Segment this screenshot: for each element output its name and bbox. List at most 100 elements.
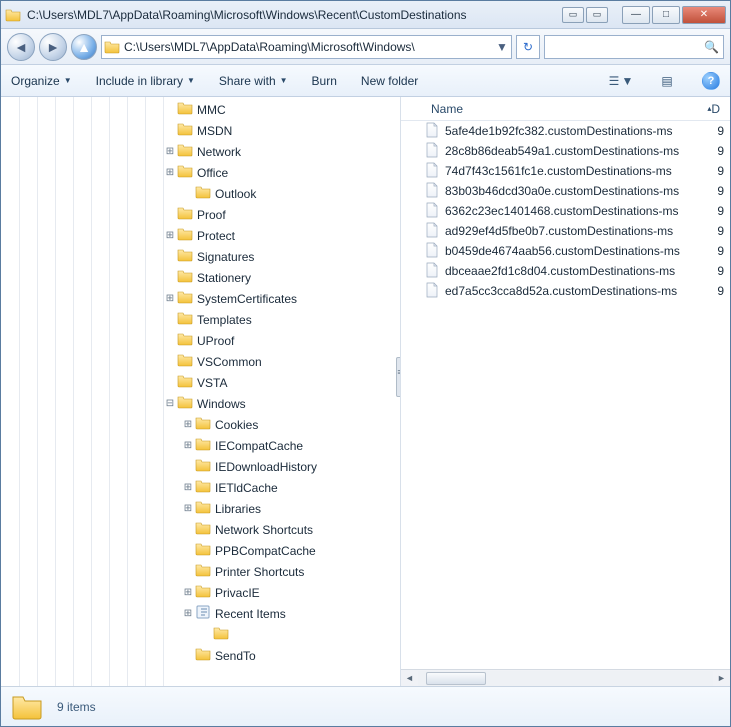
expand-toggle-icon[interactable]: ⊞ (163, 146, 177, 157)
file-d: 9 (717, 184, 724, 198)
expand-toggle-icon[interactable]: ⊞ (181, 503, 195, 514)
tree-item[interactable]: ·Templates (1, 309, 400, 330)
horizontal-scrollbar[interactable]: ◄ ► (401, 669, 730, 686)
view-options-button[interactable]: ☰▼ (610, 70, 632, 92)
window-title: C:\Users\MDL7\AppData\Roaming\Microsoft\… (27, 8, 562, 22)
tree-item-label: Recent Items (215, 607, 286, 621)
tree-item[interactable]: ·PPBCompatCache (1, 540, 400, 561)
close-button[interactable]: ✕ (682, 6, 726, 24)
scroll-thumb[interactable] (426, 672, 486, 685)
folder-icon (177, 205, 193, 224)
title-bar: C:\Users\MDL7\AppData\Roaming\Microsoft\… (1, 1, 730, 29)
file-icon (425, 142, 439, 161)
scroll-track[interactable] (418, 671, 713, 686)
scroll-right-button[interactable]: ► (713, 673, 730, 683)
tree-item-label: VSTA (197, 376, 227, 390)
expand-toggle-icon[interactable]: ⊞ (163, 230, 177, 241)
tree-item[interactable]: ·IEDownloadHistory (1, 456, 400, 477)
expand-toggle-icon[interactable]: ⊞ (181, 587, 195, 598)
tree-item-label: IECompatCache (215, 439, 303, 453)
folder-icon (11, 691, 43, 723)
minimize-button[interactable]: — (622, 6, 650, 24)
tree-item[interactable]: ⊞ Protect (1, 225, 400, 246)
tree-item-label: Office (197, 166, 228, 180)
file-row[interactable]: 28c8b86deab549a1.customDestinations-ms9 (401, 141, 730, 161)
tree-item[interactable]: ⊟Windows (1, 393, 400, 414)
tree-item[interactable]: ·VSTA (1, 372, 400, 393)
file-row[interactable]: dbceaae2fd1c8d04.customDestinations-ms9 (401, 261, 730, 281)
up-button[interactable]: ▲ (71, 34, 97, 60)
tree-item[interactable]: ·MMC (1, 99, 400, 120)
file-d: 9 (717, 244, 724, 258)
expand-toggle-icon: · (163, 335, 177, 346)
file-row[interactable]: 6362c23ec1401468.customDestinations-ms9 (401, 201, 730, 221)
file-list[interactable]: 5afe4de1b92fc382.customDestinations-ms92… (401, 121, 730, 669)
file-row[interactable]: ad929ef4d5fbe0b7.customDestinations-ms9 (401, 221, 730, 241)
file-row[interactable]: 83b03b46dcd30a0e.customDestinations-ms9 (401, 181, 730, 201)
burn-button[interactable]: Burn (312, 74, 337, 88)
tree-item[interactable]: ·Outlook (1, 183, 400, 204)
file-row[interactable]: b0459de4674aab56.customDestinations-ms9 (401, 241, 730, 261)
tree-item[interactable]: ·MSDN (1, 120, 400, 141)
tree-item[interactable]: ·SendTo (1, 645, 400, 666)
file-row[interactable]: 74d7f43c1561fc1e.customDestinations-ms9 (401, 161, 730, 181)
share-with-button[interactable]: Share with▼ (219, 74, 288, 88)
aux-button-2[interactable]: ▭ (586, 7, 608, 23)
file-row[interactable]: ed7a5cc3cca8d52a.customDestinations-ms9 (401, 281, 730, 301)
tree-item[interactable]: ⊞ Recent Items (1, 603, 400, 624)
tree-item[interactable]: ⊞PrivacIE (1, 582, 400, 603)
back-button[interactable]: ◄ (7, 33, 35, 61)
scroll-left-button[interactable]: ◄ (401, 673, 418, 683)
expand-toggle-icon[interactable]: ⊞ (163, 293, 177, 304)
tree-item[interactable]: ·Network Shortcuts (1, 519, 400, 540)
tree-item[interactable]: ·Printer Shortcuts (1, 561, 400, 582)
file-d: 9 (717, 124, 724, 138)
column-header[interactable]: Name ▴ D (401, 97, 730, 121)
refresh-button[interactable]: ↻ (516, 35, 540, 59)
expand-toggle-icon[interactable]: ⊟ (163, 398, 177, 409)
address-bar[interactable]: C:\Users\MDL7\AppData\Roaming\Microsoft\… (101, 35, 512, 59)
tree-item-label: Protect (197, 229, 235, 243)
expand-toggle-icon[interactable]: ⊞ (181, 608, 195, 619)
tree-item[interactable]: ⊞Network (1, 141, 400, 162)
expand-toggle-icon[interactable]: ⊞ (181, 482, 195, 493)
tree-item[interactable]: ·Signatures (1, 246, 400, 267)
file-name: ed7a5cc3cca8d52a.customDestinations-ms (445, 284, 677, 298)
tree-item[interactable]: ·Proof (1, 204, 400, 225)
address-dropdown-icon[interactable]: ▼ (495, 40, 509, 54)
help-button[interactable]: ? (702, 72, 720, 90)
aux-button-1[interactable]: ▭ (562, 7, 584, 23)
new-folder-button[interactable]: New folder (361, 74, 418, 88)
tree-item[interactable]: ⊞ Office (1, 162, 400, 183)
preview-pane-button[interactable]: ▤ (656, 70, 678, 92)
tree-item[interactable]: ·UProof (1, 330, 400, 351)
file-icon (425, 222, 439, 241)
splitter-handle[interactable] (396, 357, 401, 397)
organize-button[interactable]: Organize▼ (11, 74, 72, 88)
expand-toggle-icon[interactable]: ⊞ (181, 440, 195, 451)
tree-item[interactable]: · (1, 624, 400, 645)
tree-item[interactable]: ⊞Cookies (1, 414, 400, 435)
tree-item-label: IEDownloadHistory (215, 460, 317, 474)
forward-button[interactable]: ► (39, 33, 67, 61)
tree-item[interactable]: ⊞SystemCertificates (1, 288, 400, 309)
tree-item[interactable]: ⊞IETldCache (1, 477, 400, 498)
expand-toggle-icon: · (199, 629, 213, 640)
tree-item-label: SendTo (215, 649, 256, 663)
folder-icon (177, 331, 193, 350)
file-row[interactable]: 5afe4de1b92fc382.customDestinations-ms9 (401, 121, 730, 141)
tree-item[interactable]: ·VSCommon (1, 351, 400, 372)
tree-item[interactable]: ·Stationery (1, 267, 400, 288)
chevron-down-icon: ▼ (64, 76, 72, 85)
navigation-tree[interactable]: ·MMC·MSDN⊞Network⊞Office·Outlook·Proof⊞P… (1, 97, 401, 686)
expand-toggle-icon[interactable]: ⊞ (163, 167, 177, 178)
expand-toggle-icon[interactable]: ⊞ (181, 419, 195, 430)
tree-item-label: PPBCompatCache (215, 544, 316, 558)
column-d[interactable]: D (711, 102, 720, 116)
column-name[interactable]: Name (431, 102, 617, 116)
tree-item[interactable]: ⊞Libraries (1, 498, 400, 519)
maximize-button[interactable]: □ (652, 6, 680, 24)
tree-item[interactable]: ⊞ IECompatCache (1, 435, 400, 456)
search-box[interactable]: 🔍 (544, 35, 724, 59)
include-in-library-button[interactable]: Include in library▼ (96, 74, 195, 88)
